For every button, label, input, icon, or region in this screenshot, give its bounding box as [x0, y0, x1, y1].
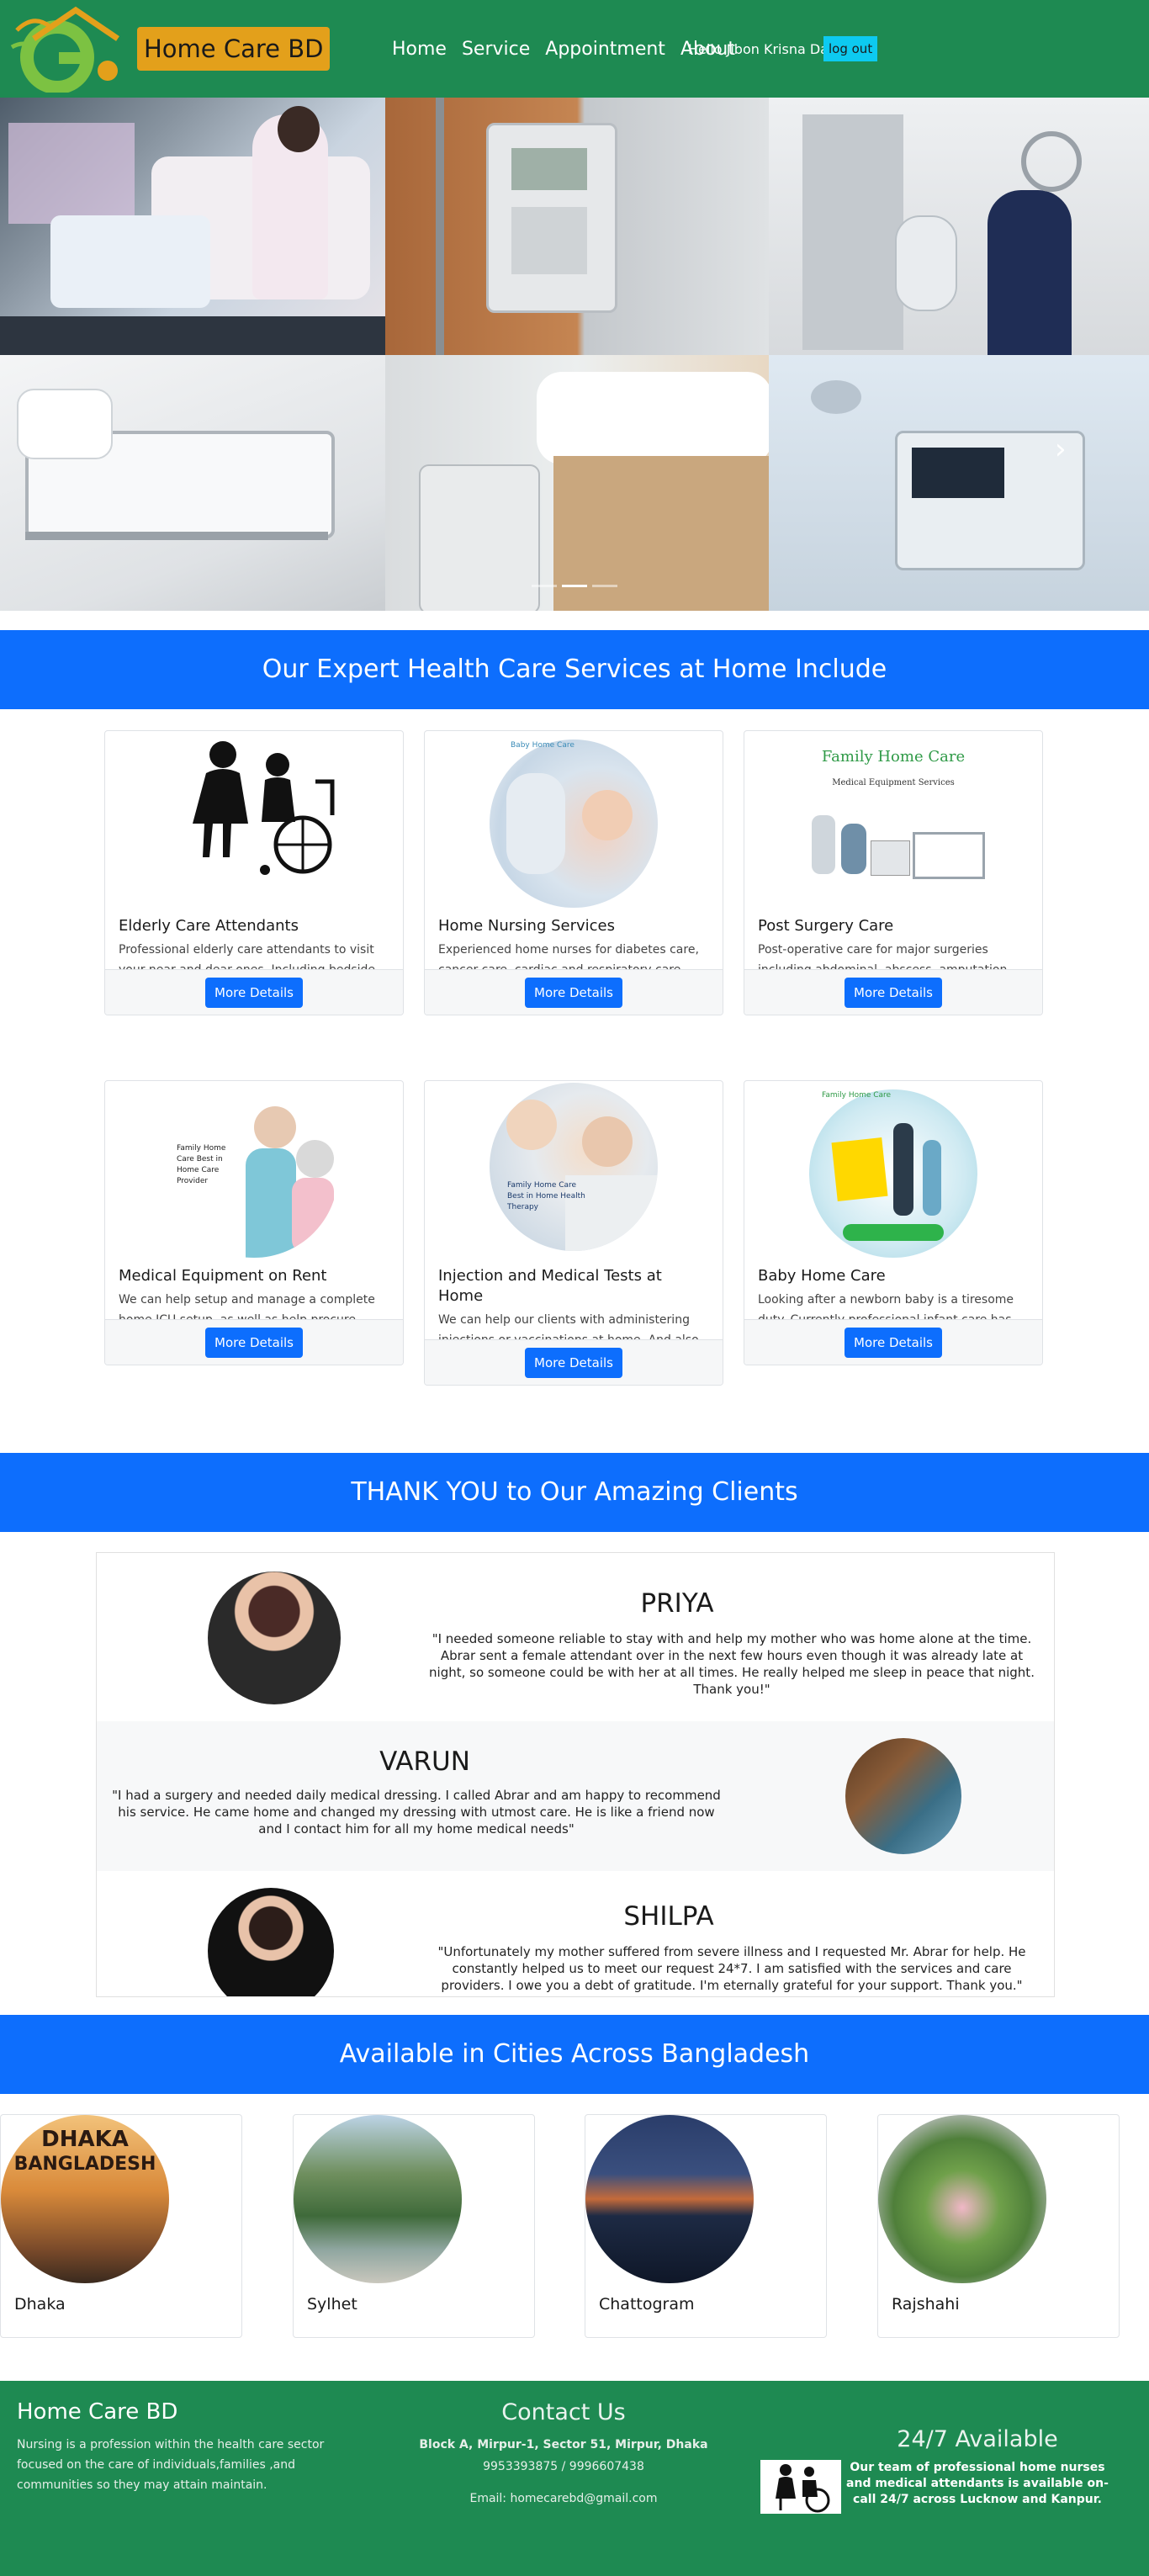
city-image	[294, 2115, 462, 2283]
post-surgery-image: Family Home Care Medical Equipment Servi…	[744, 731, 1042, 908]
service-title: Baby Home Care	[758, 1267, 886, 1285]
carousel-indicator-3[interactable]	[592, 585, 617, 587]
testimonial-shilpa: SHILPA "Unfortunately my mother suffered…	[97, 1871, 1054, 1996]
testimonial-name: VARUN	[379, 1746, 470, 1777]
service-title: Medical Equipment on Rent	[119, 1267, 327, 1285]
cities-heading: Available in Cities Across Bangladesh	[339, 2039, 810, 2069]
city-image-caption: DHAKA	[41, 2127, 129, 2152]
service-title: Elderly Care Attendants	[119, 917, 299, 935]
city-image	[585, 2115, 754, 2283]
footer-availability-text: Our team of professional home nurses and…	[846, 2461, 1109, 2506]
city-card-rajshahi: Rajshahi	[877, 2114, 1120, 2338]
footer-address: Block A, Mirpur-1, Sector 51, Mirpur, Dh…	[419, 2438, 708, 2451]
image-caption: Family Home Care Best in Home Health The…	[507, 1181, 585, 1211]
avatar	[845, 1738, 961, 1854]
card-footer: More Details	[425, 1339, 723, 1385]
more-details-button[interactable]: More Details	[205, 978, 303, 1008]
carousel-indicators	[532, 585, 617, 587]
hero-image-patient	[0, 98, 385, 355]
city-card-dhaka: DHAKA BANGLADESH Dhaka	[0, 2114, 242, 2338]
hero-carousel: ›	[0, 98, 1149, 611]
home-care-logo[interactable]	[8, 5, 143, 93]
testimonial-quote: "I needed someone reliable to stay with …	[429, 1631, 1035, 1697]
footer-availability-title: 24/7 Available	[897, 2426, 1058, 2452]
city-card-sylhet: Sylhet	[293, 2114, 535, 2338]
nav-home[interactable]: Home	[392, 37, 447, 62]
more-details-button[interactable]: More Details	[845, 978, 942, 1008]
city-name: Chattogram	[599, 2295, 695, 2314]
user-greeting: Hello Jibon Krisna Das	[688, 41, 836, 57]
city-name: Dhaka	[14, 2295, 66, 2314]
testimonial-varun: VARUN "I had a surgery and needed daily …	[97, 1721, 1054, 1872]
service-card-baby: Family Home Care Baby Home Care Looking …	[744, 1080, 1043, 1365]
testimonials-banner: THANK YOU to Our Amazing Clients	[0, 1453, 1149, 1532]
service-title: Injection and Medical Tests at Home	[438, 1267, 662, 1305]
service-card-injection: Family Home Care Best in Home Health The…	[424, 1080, 723, 1386]
card-footer: More Details	[105, 1319, 403, 1365]
services-banner: Our Expert Health Care Services at Home …	[0, 630, 1149, 709]
footer-description: Nursing is a profession within the healt…	[17, 2438, 325, 2492]
service-card-nursing: Baby Home Care Home Nursing Services Exp…	[424, 730, 723, 1015]
testimonial-priya: PRIYA "I needed someone reliable to stay…	[97, 1553, 1054, 1722]
logout-button[interactable]: log out	[823, 36, 878, 61]
footer-email[interactable]: Email: homecarebd@gmail.com	[412, 2492, 715, 2505]
hero-image-oxygen	[769, 98, 1149, 355]
testimonials-list[interactable]: PRIYA "I needed someone reliable to stay…	[96, 1552, 1055, 1997]
image-brand: Family Home Care	[821, 748, 966, 766]
baby-care-image: Family Home Care	[744, 1081, 1042, 1258]
footer-brand: Home Care BD	[17, 2399, 178, 2425]
service-card-elderly: Elderly Care Attendants Professional eld…	[104, 730, 404, 1015]
card-footer: More Details	[744, 1319, 1042, 1365]
city-image: DHAKA BANGLADESH	[1, 2115, 169, 2283]
card-footer: More Details	[105, 969, 403, 1015]
hero-image-monitor	[769, 355, 1149, 611]
testimonial-name: SHILPA	[623, 1901, 714, 1932]
hero-image-pump	[385, 98, 769, 355]
city-image-caption: BANGLADESH	[13, 2154, 156, 2175]
testimonial-name: PRIYA	[640, 1588, 714, 1619]
image-subtitle: Medical Equipment Services	[832, 778, 955, 787]
hero-image-bed	[0, 355, 385, 611]
carousel-indicator-2[interactable]	[562, 585, 587, 587]
city-image	[878, 2115, 1046, 2283]
carousel-indicator-1[interactable]	[532, 585, 557, 587]
testimonials-heading: THANK YOU to Our Amazing Clients	[351, 1477, 798, 1507]
services-heading: Our Expert Health Care Services at Home …	[262, 655, 887, 684]
more-details-button[interactable]: More Details	[845, 1328, 942, 1358]
brand-name[interactable]: Home Care BD	[137, 27, 331, 71]
more-details-button[interactable]: More Details	[525, 978, 622, 1008]
city-name: Rajshahi	[892, 2295, 960, 2314]
service-card-equipment: Family Home Care Best in Home Care Provi…	[104, 1080, 404, 1365]
cities-banner: Available in Cities Across Bangladesh	[0, 2015, 1149, 2094]
injection-tests-image: Family Home Care Best in Home Health The…	[425, 1081, 723, 1258]
service-card-post-surgery: Family Home Care Medical Equipment Servi…	[744, 730, 1043, 1015]
testimonial-quote: "I had a surgery and needed daily medica…	[112, 1788, 721, 1837]
avatar	[208, 1888, 334, 1996]
home-nursing-image: Baby Home Care	[425, 731, 723, 908]
city-card-chattogram: Chattogram	[585, 2114, 827, 2338]
footer-contact-title: Contact Us	[501, 2399, 626, 2425]
city-name: Sylhet	[307, 2295, 357, 2314]
image-caption: Family Home Care	[822, 1091, 892, 1100]
nav-appointment[interactable]: Appointment	[545, 37, 665, 62]
service-title: Home Nursing Services	[438, 917, 615, 935]
more-details-button[interactable]: More Details	[205, 1328, 303, 1358]
navbar: Home Care BD Home Service Appointment Ab…	[0, 0, 1149, 98]
caregiver-icon	[760, 2460, 841, 2514]
carousel-next-icon[interactable]: ›	[1055, 432, 1067, 466]
site-footer: Home Care BD Nursing is a profession wit…	[0, 2381, 1149, 2576]
card-footer: More Details	[425, 969, 723, 1015]
more-details-button[interactable]: More Details	[525, 1348, 622, 1378]
hero-image-concentrator	[385, 355, 769, 611]
testimonial-quote: "Unfortunately my mother suffered from s…	[437, 1944, 1026, 1993]
avatar	[208, 1572, 341, 1704]
image-caption: Family Home Care Best in Home Care Provi…	[177, 1144, 226, 1185]
nav-service[interactable]: Service	[462, 37, 530, 62]
footer-phones[interactable]: 9953393875 / 9996607438	[412, 2460, 715, 2473]
elderly-care-image	[105, 731, 403, 908]
equipment-rent-image: Family Home Care Best in Home Care Provi…	[105, 1081, 403, 1258]
image-caption: Baby Home Care	[511, 741, 574, 750]
service-title: Post Surgery Care	[758, 917, 894, 935]
card-footer: More Details	[744, 969, 1042, 1015]
